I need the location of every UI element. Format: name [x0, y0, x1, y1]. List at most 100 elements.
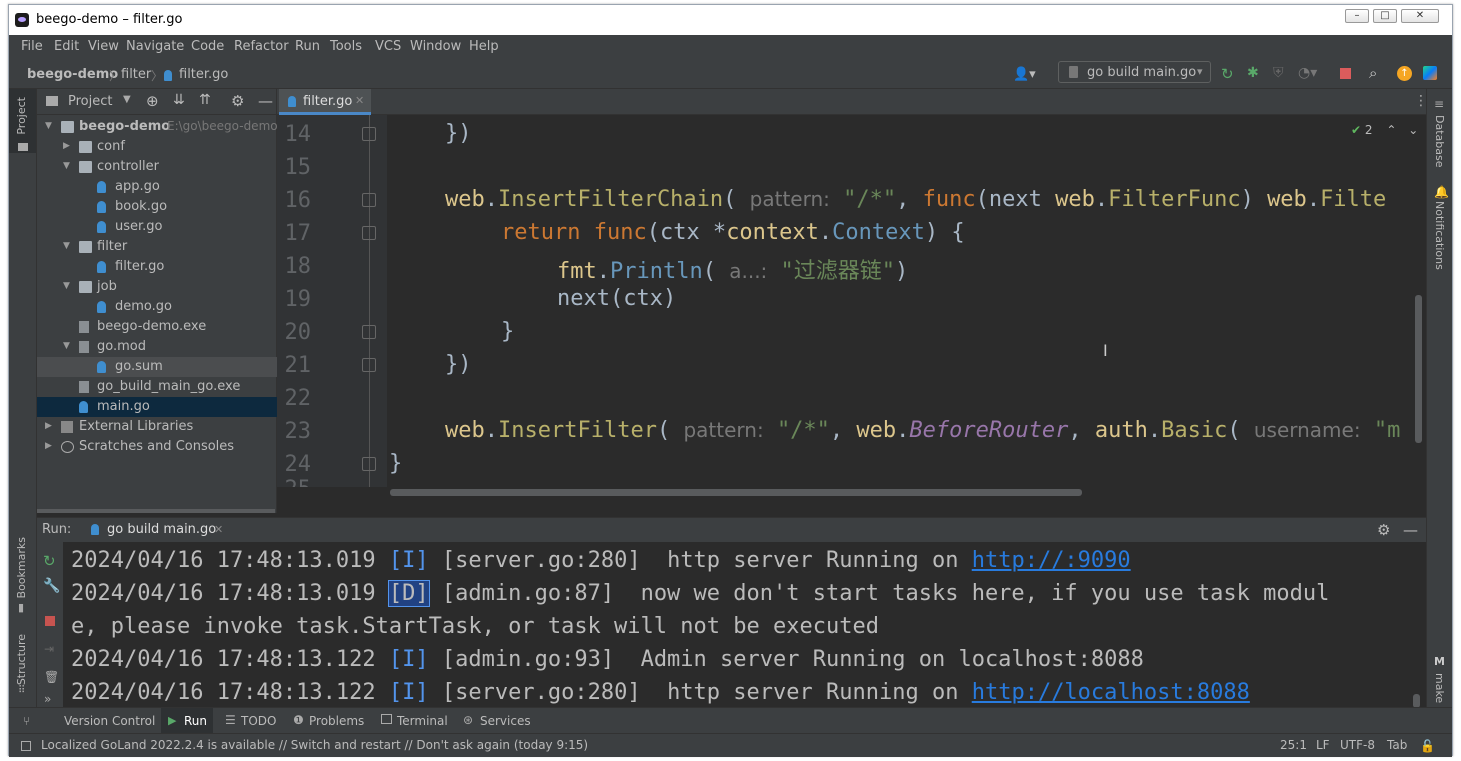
tab-todo[interactable]: TODO	[241, 714, 276, 728]
fold-marker-icon[interactable]	[362, 358, 376, 372]
chevron-down-icon[interactable]: ▼	[123, 94, 131, 105]
tree-item[interactable]: ▶ Scratches and Consoles	[37, 437, 277, 457]
rerun-icon[interactable]: ↻	[1221, 65, 1234, 83]
gear-icon[interactable]: ⚙	[1377, 521, 1390, 539]
tree-item[interactable]: ▶ External Libraries	[37, 417, 277, 437]
line-separator[interactable]: LF	[1316, 738, 1330, 752]
chevron-down-icon[interactable]: ▼	[63, 161, 70, 171]
stop-icon[interactable]	[1340, 68, 1351, 79]
hide-icon[interactable]: —	[258, 92, 273, 110]
tree-item[interactable]: filter.go	[37, 257, 277, 277]
chevron-right-icon[interactable]: ▶	[63, 141, 70, 151]
more-tabs-icon[interactable]: ⋮	[1414, 93, 1428, 109]
menu-tools[interactable]: Tools	[330, 39, 362, 54]
expand-all-icon[interactable]: ⇊	[173, 92, 185, 108]
chevron-right-icon[interactable]: ▶	[45, 441, 52, 451]
tree-item[interactable]: go.sum	[37, 357, 277, 377]
breadcrumb-project[interactable]: beego-demo	[27, 67, 118, 82]
editor-horizontal-scrollbar[interactable]	[390, 489, 1082, 496]
search-icon[interactable]: ⌕	[1369, 64, 1377, 82]
log-link[interactable]: http://:9090	[972, 548, 1131, 573]
close-tab-icon[interactable]: ✕	[355, 94, 364, 107]
tree-item[interactable]: ▼ filter	[37, 237, 277, 257]
goland-icon[interactable]	[1423, 66, 1437, 80]
log-link[interactable]: http://localhost:8088	[972, 680, 1250, 705]
fold-marker-icon[interactable]	[362, 226, 376, 240]
fold-marker-icon[interactable]	[362, 457, 376, 471]
close-window-button[interactable]: ✕	[1401, 9, 1439, 23]
hide-icon[interactable]: —	[1403, 521, 1418, 539]
breadcrumb-file[interactable]: filter.go	[179, 67, 228, 82]
tab-services[interactable]: Services	[480, 714, 531, 728]
menu-edit[interactable]: Edit	[54, 39, 79, 54]
project-view-label[interactable]: Project	[68, 94, 112, 109]
tree-item[interactable]: user.go	[37, 217, 277, 237]
collapse-all-icon[interactable]: ⇈	[199, 92, 211, 108]
tree-item[interactable]: ▼ beego-demo E:\go\beego-demo	[37, 117, 278, 137]
make-tool-label[interactable]: make	[1433, 673, 1446, 703]
menu-help[interactable]: Help	[469, 39, 499, 54]
chevron-down-icon[interactable]: ▼	[63, 341, 70, 351]
tree-item[interactable]: ▼ controller	[37, 157, 277, 177]
tab-problems[interactable]: Problems	[309, 714, 364, 728]
tree-item[interactable]: ▼ go.mod	[37, 337, 277, 357]
indent-setting[interactable]: Tab	[1387, 738, 1407, 752]
update-icon[interactable]: ↑	[1397, 66, 1412, 81]
tree-item[interactable]: main.go	[37, 397, 277, 417]
tab-version-control[interactable]: Version Control	[64, 714, 155, 728]
status-toggle-icon[interactable]	[21, 741, 31, 751]
locate-file-icon[interactable]: ⊕	[146, 92, 159, 110]
fold-marker-icon[interactable]	[362, 325, 376, 339]
tree-item[interactable]: beego-demo.exe	[37, 317, 277, 337]
console-output[interactable]: 2024/04/16 17:48:13.019 [I] [server.go:2…	[69, 548, 1419, 708]
menu-code[interactable]: Code	[191, 39, 224, 54]
menu-run[interactable]: Run	[295, 39, 320, 54]
tree-item[interactable]: ▼ job	[37, 277, 277, 297]
chevron-down-icon[interactable]: ▼	[45, 121, 52, 131]
more-icon[interactable]: »	[44, 692, 51, 706]
profile-icon[interactable]: ◔▾	[1298, 65, 1317, 81]
editor-vertical-scrollbar[interactable]	[1415, 295, 1422, 443]
coverage-icon[interactable]: ⛨	[1273, 65, 1284, 81]
close-run-tab-icon[interactable]: ✕	[214, 523, 223, 536]
tab-filter-go[interactable]: filter.go ✕	[279, 89, 371, 115]
debug-icon[interactable]: ✱	[1247, 65, 1259, 81]
soft-wrap-icon[interactable]: ⇥	[44, 642, 54, 656]
chevron-right-icon[interactable]: ▶	[45, 421, 52, 431]
wrench-icon[interactable]: 🔧	[43, 578, 60, 594]
menu-view[interactable]: View	[88, 39, 119, 54]
tree-item[interactable]: app.go	[37, 177, 277, 197]
menu-refactor[interactable]: Refactor	[234, 39, 289, 54]
chevron-down-icon[interactable]: ▼	[63, 281, 70, 291]
maximize-button[interactable]: □	[1373, 9, 1397, 23]
tree-item[interactable]: demo.go	[37, 297, 277, 317]
code-editor[interactable]: }) web.InsertFilterChain( pattern: "/*",…	[389, 115, 1419, 487]
menu-window[interactable]: Window	[410, 39, 461, 54]
menu-vcs[interactable]: VCS	[375, 39, 401, 54]
caret-position[interactable]: 25:1	[1280, 738, 1307, 752]
console-scrollbar[interactable]	[1413, 694, 1420, 708]
run-tab-label[interactable]: go build main.go	[107, 522, 216, 537]
breadcrumb-folder[interactable]: filter	[121, 67, 151, 82]
fold-marker-icon[interactable]	[362, 127, 376, 141]
menu-navigate[interactable]: Navigate	[126, 39, 184, 54]
notifications-tool-label[interactable]: Notifications	[1433, 201, 1446, 270]
rerun-icon[interactable]: ↻	[43, 552, 56, 570]
fold-marker-icon[interactable]	[362, 193, 376, 207]
project-scrollbar[interactable]	[37, 509, 275, 513]
run-configuration-dropdown[interactable]: go build main.go ▾	[1058, 61, 1211, 83]
bookmarks-tool-label[interactable]: Bookmarks	[15, 537, 28, 598]
tab-terminal[interactable]: Terminal	[397, 714, 448, 728]
lock-icon[interactable]: 🔓	[1420, 739, 1435, 753]
minimize-button[interactable]: –	[1345, 9, 1369, 23]
tree-item[interactable]: ▶ conf	[37, 137, 277, 157]
trash-icon[interactable]: 🗑	[44, 670, 59, 684]
tree-item[interactable]: go_build_main_go.exe	[37, 377, 277, 397]
tab-run[interactable]: Run	[184, 714, 207, 728]
gear-icon[interactable]: ⚙	[231, 92, 244, 110]
database-tool-label[interactable]: Database	[1433, 115, 1446, 168]
stop-icon[interactable]	[45, 616, 55, 626]
user-icon[interactable]: 👤▾	[1013, 67, 1036, 82]
structure-tool-label[interactable]: Structure	[15, 634, 28, 685]
chevron-down-icon[interactable]: ▼	[63, 241, 70, 251]
